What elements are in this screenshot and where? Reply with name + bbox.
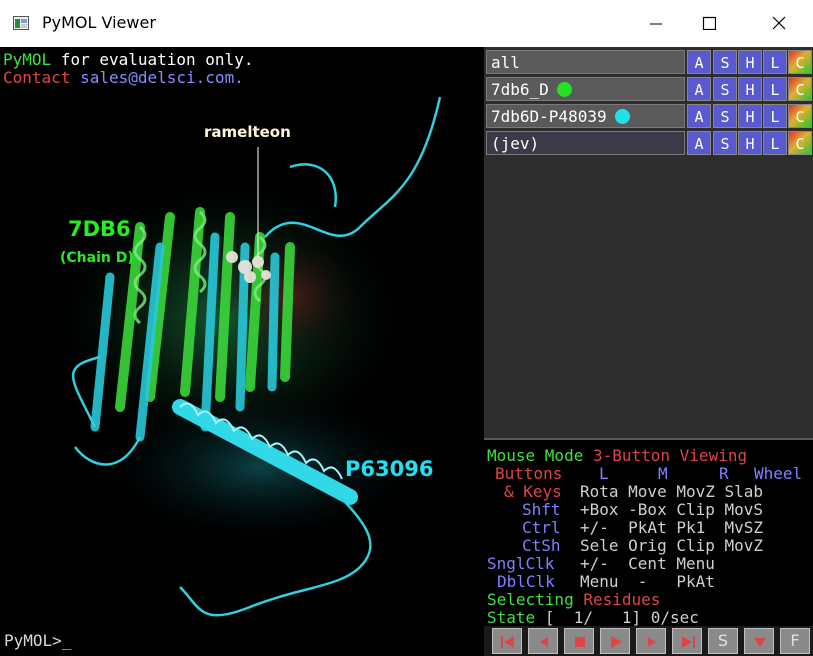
show-button[interactable]: S [713,131,737,155]
hide-button[interactable]: H [738,104,762,128]
color-button[interactable]: C [788,131,812,155]
show-button[interactable]: S [713,104,737,128]
rewind-icon [501,636,514,648]
keys-row: Rota Move MovZ Slab [580,482,764,501]
dblclk-label: DblClk [497,572,555,591]
label-button[interactable]: L [763,131,787,155]
action-button[interactable]: A [687,131,711,155]
scene-menu-button[interactable] [744,628,774,654]
object-name[interactable]: 7db6D-P48039 [486,104,685,128]
col-wheel: Wheel [754,464,803,483]
label-button[interactable]: L [763,50,787,74]
object-color-dot [556,82,572,97]
command-prompt[interactable]: PyMOL>_ [4,631,71,650]
minimize-icon [650,23,662,25]
ctrl-row: +/- PkAt Pk1 MvSZ [580,518,764,537]
ctsh-label: CtSh [522,536,561,555]
sequence-button[interactable]: S [708,628,738,654]
step-back-icon [540,637,548,647]
ctsh-row: Sele Orig Clip MovZ [580,536,764,555]
eval-notice-line1: PyMOL for evaluation only. [3,50,254,69]
color-button[interactable]: C [788,77,812,101]
hide-button[interactable]: H [738,131,762,155]
structure-label: 7DB6 [68,217,131,241]
object-name[interactable]: all [486,50,685,74]
stop-button[interactable] [564,628,594,654]
close-icon [772,16,786,30]
ligand-label: ramelteon [204,123,291,141]
keys-label: & Keys [504,482,562,501]
maximize-button[interactable] [686,0,732,47]
stop-icon [575,637,585,647]
snglclk-label: SnglClk [487,554,555,573]
object-row-all[interactable]: all A S H L C [486,50,813,74]
movie-transport-bar: S F [484,626,813,656]
object-row-7db6-d[interactable]: 7db6_D A S H L C [486,77,813,101]
dblclk-row: Menu - PkAt [580,572,715,591]
minimize-button[interactable] [633,0,679,47]
hide-button[interactable]: H [738,50,762,74]
show-button[interactable]: S [713,77,737,101]
hide-button[interactable]: H [738,77,762,101]
selecting-line[interactable]: Selecting Residues [487,591,660,609]
fast-forward-icon [682,636,695,648]
scene-menu-icon [754,638,766,647]
close-button[interactable] [756,0,802,47]
pymol-app-icon [13,16,29,30]
play-button[interactable] [600,628,630,654]
show-button[interactable]: S [713,50,737,74]
label-button[interactable]: L [763,77,787,101]
buttons-header: Buttons [495,464,563,483]
state-line: State [ 1/ 1] 0/sec [487,608,699,627]
col-l: L [599,464,609,483]
label-button[interactable]: L [763,104,787,128]
shft-label: Shft [522,500,561,519]
window-title: PyMOL Viewer [42,13,156,32]
model-label: P63096 [345,457,434,481]
color-button[interactable]: C [788,104,812,128]
object-row-jev[interactable]: (jev) A S H L C [486,131,813,155]
action-button[interactable]: A [687,77,711,101]
mouse-mode-line[interactable]: Mouse Mode 3-Button Viewing [487,447,747,465]
maximize-icon [702,16,716,30]
object-color-dot [614,109,630,124]
object-name[interactable]: (jev) [486,131,685,155]
fast-forward-button[interactable] [672,628,702,654]
title-bar: PyMOL Viewer [0,0,813,47]
action-button[interactable]: A [687,104,711,128]
mouse-mode-panel[interactable]: Mouse Mode 3-Button Viewing Buttons L M … [484,438,813,628]
play-icon [611,636,622,648]
chain-label: (Chain D) [60,250,134,266]
fullscreen-button[interactable]: F [780,628,810,654]
object-name[interactable]: 7db6_D [486,77,685,101]
object-row-7db6d-p48039[interactable]: 7db6D-P48039 A S H L C [486,104,813,128]
molecule-viewport[interactable]: PyMOL for evaluation only. Contact sales… [0,47,484,656]
color-button[interactable]: C [788,50,812,74]
col-r: R [719,464,729,483]
snglclk-row: +/- Cent Menu [580,554,715,573]
rewind-button[interactable] [492,628,522,654]
col-m: M [658,464,668,483]
shft-row: +Box -Box Clip MovS [580,500,764,519]
eval-notice-line2: Contact sales@delsci.com. [3,68,244,87]
action-button[interactable]: A [687,50,711,74]
step-forward-button[interactable] [636,628,666,654]
object-panel: all A S H L C 7db6_D A S H L C 7db6D-P48… [484,47,813,438]
ctrl-label: Ctrl [522,518,561,537]
step-back-button[interactable] [528,628,558,654]
step-forward-icon [648,637,656,647]
